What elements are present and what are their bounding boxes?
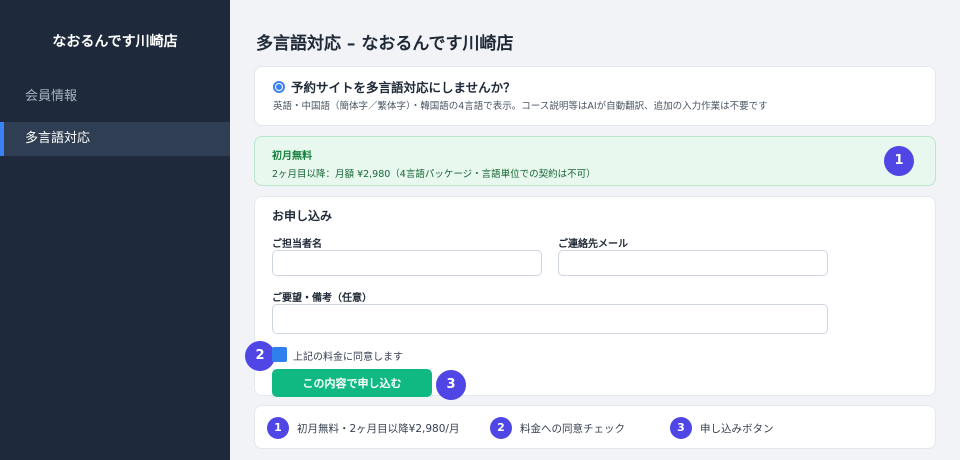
step-badge-2: 2 [245,341,275,371]
pricing-detail: 2ヶ月目以降：月額 ¥2,980（4言語パッケージ・言語単位での契約は不可） [272,169,596,180]
legend-text: 申し込みボタン [700,422,774,435]
contact-name-input[interactable] [272,250,542,276]
legend-item: 1 初月無料・2ヶ月目以降¥2,980/月 [267,417,459,439]
legend-badge: 1 [267,417,289,439]
step-badge-1: 1 [884,146,914,176]
main-content: 多言語対応 – なおるんです川崎店 予約サイトを多言語対応にしませんか？ 英語・… [230,0,960,460]
legend-text: 初月無料・2ヶ月目以降¥2,980/月 [297,422,460,435]
pricing-title: 初月無料 [272,151,312,162]
legend-item: 2 料金への同意チェック [490,417,625,439]
submit-button[interactable]: この内容で申し込む [272,369,432,397]
legend-badge: 2 [490,417,512,439]
contact-name-label: ご担当者名 [272,239,322,250]
legend-text: 料金への同意チェック [520,422,625,435]
agree-label: 上記の料金に同意します [293,352,403,363]
sidebar: なおるんです川崎店 会員情報 多言語対応 [0,0,230,460]
promo-description: 英語・中国語（簡体字／繁体字）・韓国語の4言語で表示。コース説明等はAIが自動翻… [273,101,768,112]
step-badge-3: 3 [436,370,466,400]
sidebar-item-multilingual[interactable]: 多言語対応 [0,122,230,156]
notes-label: ご要望・備考（任意） [272,293,372,304]
form-title: お申し込み [272,209,333,223]
application-form: お申し込み ご担当者名 ご連絡先メール ご要望・備考（任意） 2 上記の料金に同… [245,196,936,400]
page-title: 多言語対応 – なおるんです川崎店 [256,34,514,54]
promo-heading: 予約サイトを多言語対応にしませんか？ [291,80,516,95]
email-input[interactable] [558,250,828,276]
promo-card: 予約サイトを多言語対応にしませんか？ 英語・中国語（簡体字／繁体字）・韓国語の4… [254,66,936,126]
pricing-card: 初月無料 2ヶ月目以降：月額 ¥2,980（4言語パッケージ・言語単位での契約は… [254,136,936,186]
sidebar-item-member-info[interactable]: 会員情報 [0,80,230,114]
legend-card: 1 初月無料・2ヶ月目以降¥2,980/月 2 料金への同意チェック 3 申し込… [254,405,936,449]
legend-badge: 3 [670,417,692,439]
store-name: なおるんです川崎店 [52,34,178,50]
email-label: ご連絡先メール [558,239,628,250]
legend-item: 3 申し込みボタン [670,417,774,439]
agree-checkbox[interactable] [272,347,287,362]
notes-input[interactable] [272,304,828,334]
globe-icon [273,80,285,93]
